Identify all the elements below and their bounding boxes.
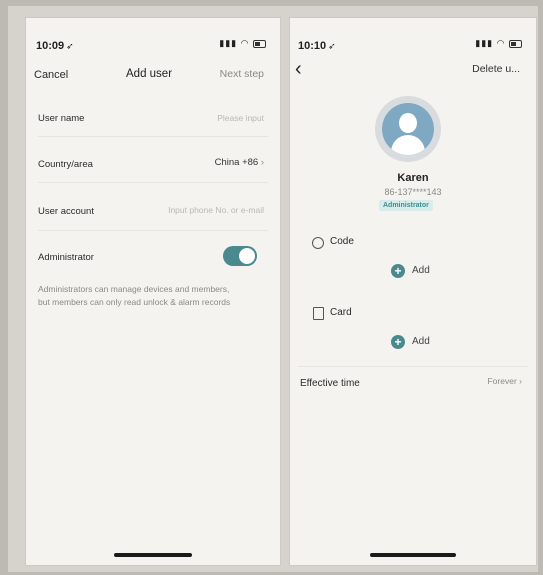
chevron-right-icon: › xyxy=(519,376,522,386)
add-code-button[interactable]: Add xyxy=(412,265,430,276)
effective-time-label: Effective time xyxy=(300,378,360,389)
home-indicator[interactable] xyxy=(114,553,192,557)
user-name: Karen xyxy=(397,172,429,184)
home-indicator[interactable] xyxy=(370,553,456,557)
signal-icon: ▮▮▮ xyxy=(219,38,238,48)
divider xyxy=(38,182,268,183)
divider xyxy=(38,136,268,137)
add-card-button[interactable]: Add xyxy=(412,336,430,347)
user-name-input[interactable]: Please input xyxy=(217,113,264,123)
card-section-label: Card xyxy=(330,307,352,318)
signal-icon: ▮▮▮ xyxy=(475,38,494,48)
user-name-label: User name xyxy=(38,113,85,124)
add-user-screen: 10:09 ➶ ▮▮▮ ◠ Cancel Add user Next step U… xyxy=(26,18,280,565)
add-icon[interactable]: + xyxy=(391,335,405,349)
page-title: Add user xyxy=(126,68,173,80)
status-icons: ▮▮▮ ◠ xyxy=(475,38,522,49)
user-detail-screen: 10:10 ➶ ▮▮▮ ◠ ‹ Delete u... Karen 86-137*… xyxy=(290,18,536,565)
status-time: 10:10 ➶ xyxy=(298,40,336,52)
cancel-button[interactable]: Cancel xyxy=(34,69,68,81)
back-chevron-icon[interactable]: ‹ xyxy=(295,58,302,81)
location-arrow-icon: ➶ xyxy=(66,41,74,51)
toggle-knob xyxy=(239,248,255,264)
divider xyxy=(38,230,268,231)
administrator-toggle[interactable] xyxy=(223,246,257,266)
user-account-input[interactable]: Input phone No. or e-mail xyxy=(168,205,264,215)
country-area-label: Country/area xyxy=(38,159,93,170)
admin-note-line2: but members can only read unlock & alarm… xyxy=(38,297,231,307)
wifi-icon: ◠ xyxy=(240,38,250,48)
avatar-icon xyxy=(375,96,441,162)
delete-user-button[interactable]: Delete u... xyxy=(472,63,520,75)
user-phone: 86-137****143 xyxy=(384,187,442,197)
card-icon xyxy=(313,307,324,320)
admin-note-line1: Administrators can manage devices and me… xyxy=(38,284,230,294)
code-section-label: Code xyxy=(330,236,354,247)
role-badge: Administrator xyxy=(379,200,433,211)
administrator-label: Administrator xyxy=(38,252,94,263)
status-icons: ▮▮▮ ◠ xyxy=(219,38,266,49)
next-step-button[interactable]: Next step xyxy=(220,68,264,80)
location-arrow-icon: ➶ xyxy=(328,41,336,51)
code-icon xyxy=(312,237,324,249)
add-icon[interactable]: + xyxy=(391,264,405,278)
status-time: 10:09 ➶ xyxy=(36,40,74,52)
user-account-label: User account xyxy=(38,206,94,217)
wifi-icon: ◠ xyxy=(496,38,506,48)
country-area-select[interactable]: China +86 › xyxy=(215,157,264,168)
chevron-right-icon: › xyxy=(260,157,264,168)
battery-icon xyxy=(509,39,522,48)
battery-icon xyxy=(253,39,266,48)
divider xyxy=(298,366,528,367)
effective-time-select[interactable]: Forever › xyxy=(487,376,522,386)
